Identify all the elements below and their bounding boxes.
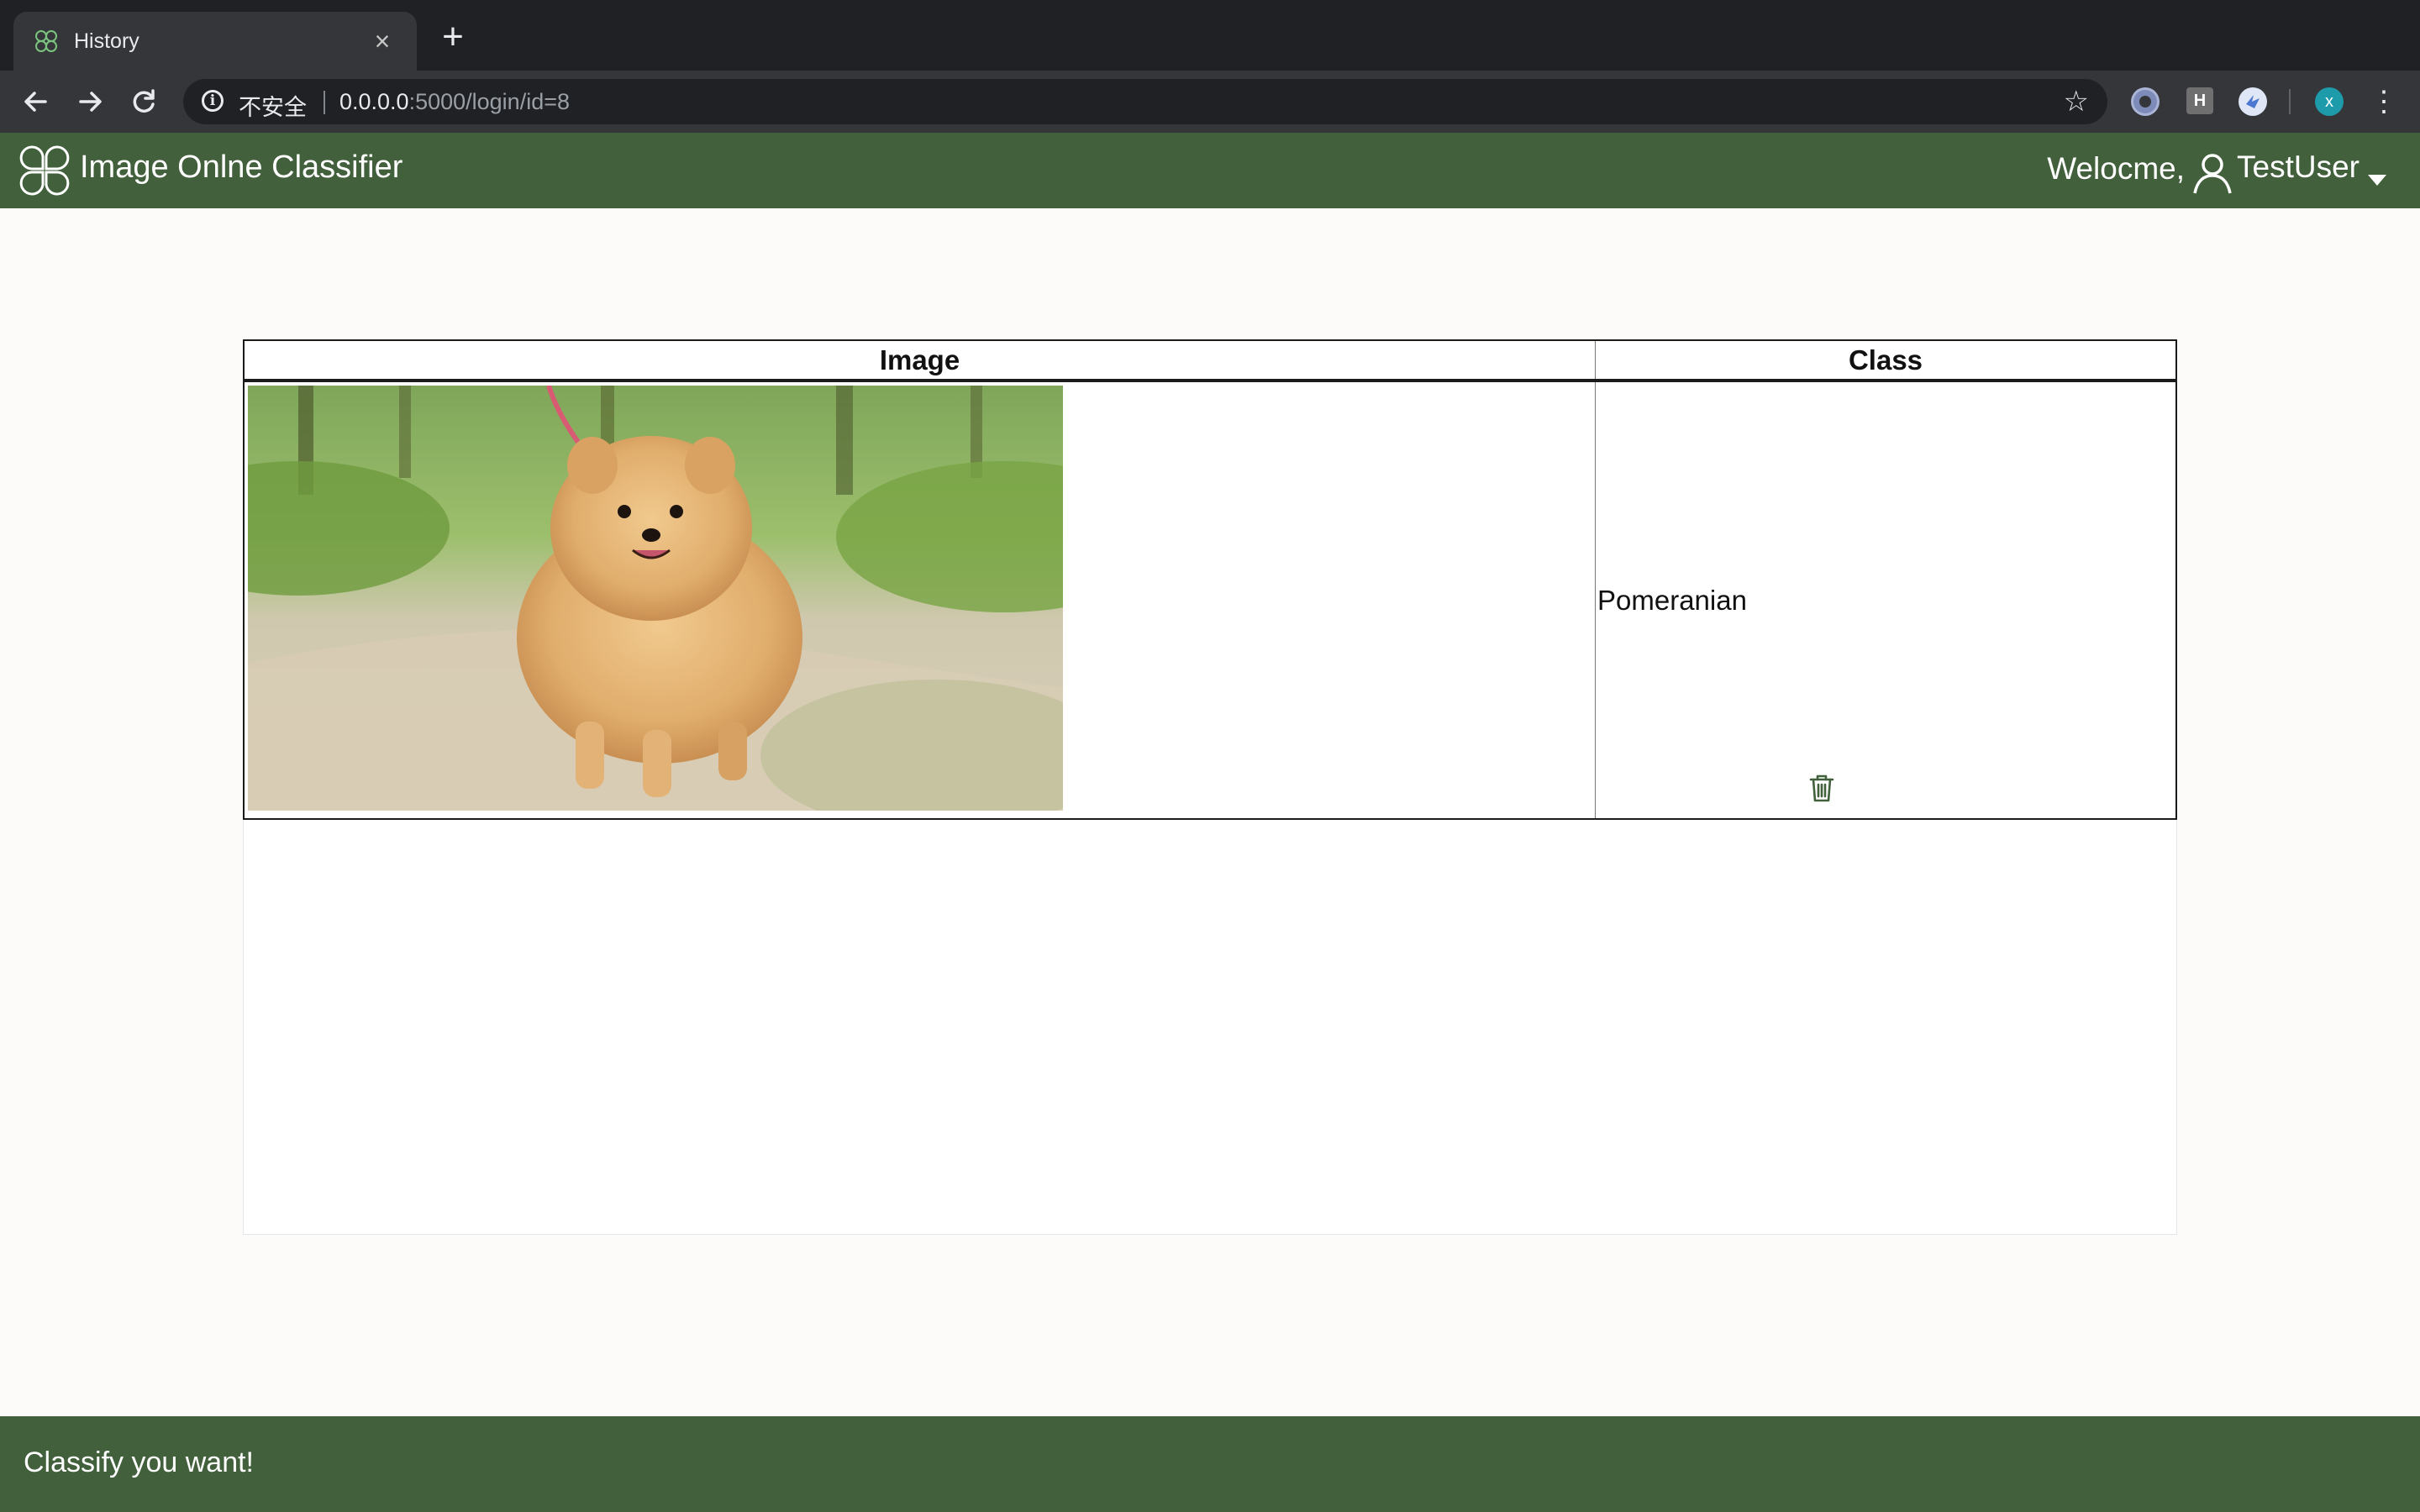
- user-icon[interactable]: [2190, 150, 2235, 195]
- reload-button[interactable]: [124, 82, 163, 121]
- bookmark-star-icon[interactable]: ☆: [2064, 86, 2089, 118]
- tab-close-icon[interactable]: ×: [368, 28, 397, 55]
- welcome-text: Welocme,: [2047, 151, 2185, 186]
- profile-avatar[interactable]: x: [2315, 87, 2344, 116]
- reload-icon: [133, 89, 155, 113]
- history-table: Image Class Pomeranian: [243, 339, 2177, 820]
- brand-title[interactable]: Image Onlne Classifier: [80, 150, 402, 186]
- clover-logo-icon[interactable]: [17, 143, 71, 197]
- table-row: Pomeranian: [243, 380, 2177, 820]
- ring-icon: [2133, 90, 2157, 113]
- caret-down-icon[interactable]: [2368, 175, 2386, 186]
- tab-title: History: [74, 29, 139, 53]
- omnibox-divider: [324, 91, 325, 114]
- info-icon[interactable]: i: [202, 90, 224, 112]
- url-path: :5000/login/id=8: [408, 89, 570, 114]
- column-header-image: Image: [243, 339, 1596, 382]
- url-host: 0.0.0.0: [339, 89, 409, 114]
- browser-menu-icon[interactable]: ⋮: [2370, 84, 2398, 119]
- username-dropdown[interactable]: TestUser: [2237, 150, 2360, 185]
- browser-toolbar: i 不安全 0.0.0.0:5000/login/id=8 ☆ H x ⋮: [0, 71, 2420, 133]
- bird-icon: [2246, 95, 2260, 108]
- forward-button[interactable]: [71, 82, 109, 121]
- toolbar-divider: [2289, 89, 2291, 114]
- security-label[interactable]: 不安全: [239, 89, 307, 122]
- trash-icon[interactable]: [1807, 772, 1836, 804]
- app-header: Image Onlne Classifier Welocme, TestUser: [0, 133, 2420, 208]
- url-text[interactable]: 0.0.0.0:5000/login/id=8: [339, 89, 570, 115]
- arrow-right-icon: [79, 92, 102, 112]
- browser-tab-history[interactable]: History ×: [13, 12, 417, 71]
- back-button[interactable]: [17, 82, 55, 121]
- clover-icon: [35, 30, 57, 52]
- pomeranian-photo: [248, 386, 1063, 811]
- extension-icon-1[interactable]: [2131, 87, 2160, 116]
- browser-tabstrip: History × +: [0, 0, 2420, 71]
- address-bar[interactable]: i 不安全 0.0.0.0:5000/login/id=8 ☆: [183, 79, 2107, 124]
- image-cell: [243, 380, 1834, 820]
- extension-icon-3[interactable]: [2238, 87, 2267, 116]
- class-cell: Pomeranian: [1595, 380, 2177, 820]
- table-header-row: Image Class: [243, 339, 2177, 382]
- new-tab-button[interactable]: +: [434, 18, 472, 57]
- extension-icon-h[interactable]: H: [2186, 87, 2213, 114]
- app-footer: Classify you want!: [0, 1416, 2420, 1512]
- column-header-class: Class: [1595, 339, 2177, 382]
- arrow-left-icon: [24, 92, 47, 112]
- footer-tagline: Classify you want!: [24, 1446, 254, 1478]
